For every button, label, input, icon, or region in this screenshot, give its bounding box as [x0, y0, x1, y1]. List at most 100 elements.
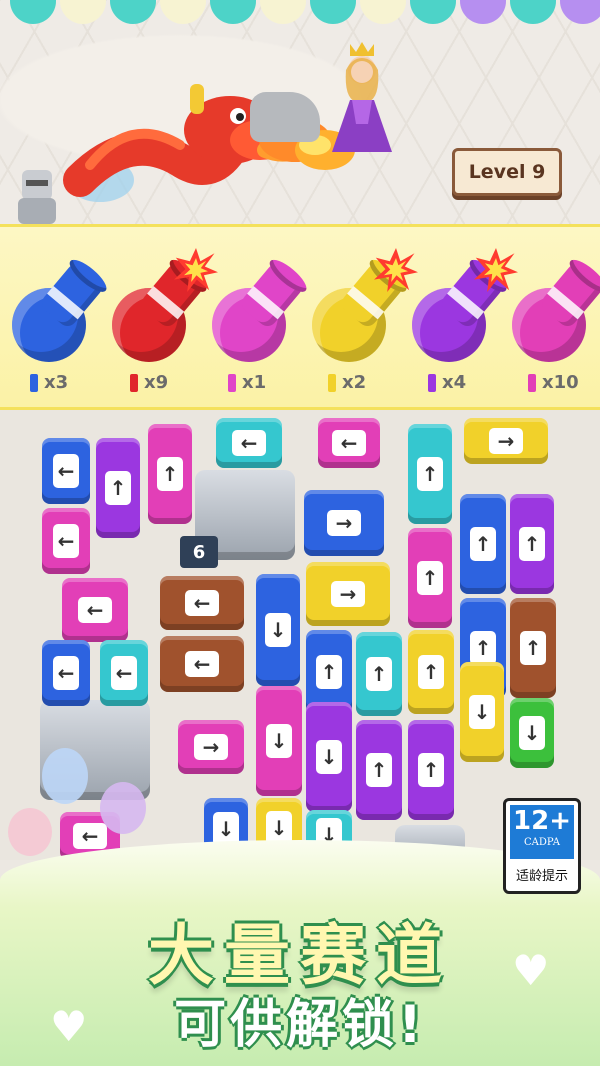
arrow-icon: ↓ — [519, 716, 545, 750]
arrow-icon: ↓ — [316, 740, 342, 774]
arrow-block[interactable]: ← — [160, 576, 244, 630]
arrow-icon: ↑ — [520, 631, 546, 665]
arrow-icon: ← — [53, 524, 79, 558]
arrow-icon: ← — [111, 656, 137, 690]
cannon-band — [147, 285, 185, 320]
arrow-block[interactable]: ↑ — [510, 494, 554, 594]
bunting-decoration — [110, 0, 156, 24]
ammo-chip-icon — [328, 373, 336, 392]
rock-obstacle — [250, 92, 320, 142]
arrow-block[interactable]: → — [464, 418, 548, 464]
bunting-decoration — [360, 0, 406, 24]
age-rating-panel: 12+ CADPA — [510, 805, 574, 859]
arrow-icon: ↑ — [366, 657, 392, 691]
cannon-band — [47, 285, 85, 320]
ammo-count: x3 — [44, 372, 69, 393]
arrow-block[interactable]: ↑ — [148, 424, 192, 524]
ammo-count: x1 — [242, 372, 267, 393]
arrow-block[interactable]: ↓ — [306, 702, 352, 812]
bunting-decoration — [160, 0, 206, 24]
ammo-chip-icon — [228, 373, 236, 392]
age-rating-badge: 12+ CADPA 适龄提示 — [503, 798, 581, 894]
bunting-decoration — [10, 0, 56, 24]
arrow-block[interactable]: ↓ — [510, 698, 554, 768]
arrow-block[interactable]: ↑ — [408, 720, 454, 820]
princess-character — [332, 42, 392, 152]
arrow-icon: ↑ — [417, 457, 443, 491]
arrow-block[interactable]: ← — [62, 578, 128, 642]
arrow-block[interactable]: ↓ — [256, 574, 300, 686]
ammo-counter: x10 — [528, 372, 579, 393]
cannon[interactable] — [208, 254, 311, 368]
ammo-count: x10 — [542, 372, 579, 393]
arrow-block[interactable]: ↓ — [460, 662, 504, 762]
ammo-chip-icon — [30, 373, 38, 392]
arrow-block[interactable]: ← — [42, 508, 90, 574]
arrow-icon: ↓ — [469, 695, 495, 729]
arrow-icon: ← — [78, 597, 112, 623]
balloon-decoration — [8, 808, 52, 856]
arrow-block[interactable]: ↑ — [408, 424, 452, 524]
ammo-counter: x1 — [228, 372, 266, 393]
ammo-counter: x2 — [328, 372, 366, 393]
ammo-count: x4 — [442, 372, 467, 393]
arrow-block[interactable]: ↑ — [356, 720, 402, 820]
cannon[interactable] — [8, 254, 111, 368]
arrow-icon: → — [327, 510, 361, 536]
bunting-decoration — [260, 0, 306, 24]
arrow-block[interactable]: ↑ — [96, 438, 140, 538]
arrow-block[interactable]: ← — [318, 418, 380, 468]
arrow-block[interactable]: ← — [42, 640, 90, 706]
arrow-block[interactable]: ↑ — [460, 494, 506, 594]
ammo-count: x2 — [342, 372, 367, 393]
arrow-block[interactable]: ← — [100, 640, 148, 706]
ammo-chip-icon — [428, 373, 436, 392]
balloon-decoration — [100, 782, 146, 834]
arrow-icon: ↑ — [105, 471, 131, 505]
arrow-block[interactable]: ← — [42, 438, 90, 504]
arrow-block[interactable]: → — [306, 562, 390, 626]
arrow-icon: ↓ — [266, 724, 292, 758]
arrow-icon: → — [331, 581, 365, 607]
cannon[interactable] — [508, 254, 600, 368]
ammo-counter: x4 — [428, 372, 466, 393]
level-sign: Level 9 — [452, 148, 562, 196]
arrow-icon: ↑ — [316, 655, 342, 689]
balloon-decoration — [42, 748, 88, 804]
age-rating-number: 12+ — [513, 806, 571, 836]
arrow-icon: ↑ — [470, 631, 496, 665]
arrow-icon: ← — [73, 823, 107, 849]
bunting-decoration — [410, 0, 456, 24]
puzzle-board: ← ↑ ↑ ← ← ↑ → ← → ↑ ↑ ↑ ← ← ↓ → ↑ ↑ ← ← ← ↑ ↑ ↑ ↓ → ↓ ↓ ↑ ↑ ↓ ↓ ↓ ↓ ← — [0, 410, 600, 860]
arrow-icon: ← — [185, 651, 219, 677]
arrow-icon: ↓ — [265, 613, 291, 647]
cannon-band — [247, 285, 285, 320]
cannon-band — [547, 285, 585, 320]
bunting-decoration — [560, 0, 600, 24]
knight-character — [18, 170, 56, 224]
arrow-block[interactable]: ↑ — [408, 630, 454, 714]
arrow-icon: ↑ — [519, 527, 545, 561]
arrow-block[interactable]: → — [178, 720, 244, 774]
age-rating-org: CADPA — [524, 837, 560, 848]
arrow-block[interactable]: ← — [216, 418, 282, 468]
arrow-icon: ← — [232, 430, 266, 456]
arrow-icon: ← — [332, 430, 366, 456]
arrow-icon: ↑ — [417, 561, 443, 595]
age-rating-label: 适龄提示 — [515, 869, 568, 884]
arrow-block[interactable]: ↓ — [256, 686, 302, 796]
arrow-block[interactable]: ↑ — [510, 598, 556, 698]
arrow-icon: ↑ — [470, 527, 496, 561]
ammo-chip-icon — [130, 373, 138, 392]
arrow-icon: ↑ — [366, 753, 392, 787]
arrow-block[interactable]: ← — [160, 636, 244, 692]
bunting-decoration — [210, 0, 256, 24]
arrow-icon: ↑ — [418, 753, 444, 787]
arrow-icon: → — [489, 428, 523, 454]
arrow-block[interactable]: → — [304, 490, 384, 556]
tunnel-count-badge: 6 — [180, 536, 218, 568]
arrow-block[interactable]: ↑ — [356, 632, 402, 716]
arrow-icon: → — [194, 734, 228, 760]
arrow-icon: ↑ — [157, 457, 183, 491]
arrow-block[interactable]: ↑ — [408, 528, 452, 628]
